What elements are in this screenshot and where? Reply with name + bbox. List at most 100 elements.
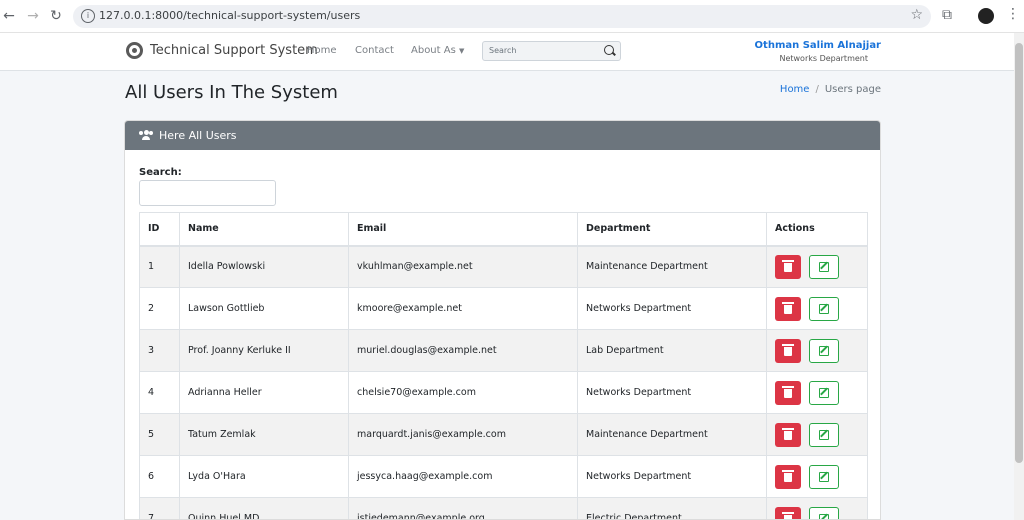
- nav-dropdown-about-label: About As: [411, 45, 456, 56]
- forward-icon[interactable]: →: [24, 7, 42, 25]
- url-text[interactable]: 127.0.0.1:8000/technical-support-system/…: [99, 9, 360, 22]
- extensions-icon[interactable]: ⧉: [942, 7, 952, 23]
- cell-name: Lawson Gottlieb: [179, 287, 349, 330]
- browser-menu-icon[interactable]: ⋮: [1006, 6, 1020, 22]
- trash-icon: [782, 511, 794, 519]
- site-info-icon[interactable]: i: [81, 9, 95, 23]
- address-bar[interactable]: i 127.0.0.1:8000/technical-support-syste…: [73, 5, 931, 28]
- cell-department: Electric Department: [577, 497, 767, 519]
- nav-search-form[interactable]: Search: [482, 41, 621, 61]
- cell-email: vkuhlman@example.net: [348, 245, 578, 288]
- cell-actions: [766, 245, 868, 288]
- edit-icon: [819, 471, 829, 482]
- table-body: 1 Idella Powlowski vkuhlman@example.net Mai…: [139, 245, 868, 519]
- breadcrumb-separator: /: [815, 84, 819, 95]
- column-header-actions: Actions: [766, 212, 868, 247]
- edit-icon: [819, 429, 829, 440]
- cell-department: Maintenance Department: [577, 245, 767, 288]
- delete-user-button[interactable]: [775, 338, 801, 363]
- cell-department: Networks Department: [577, 371, 767, 414]
- cell-id: 3: [139, 329, 180, 372]
- page-scrollbar[interactable]: [1014, 33, 1024, 520]
- cell-name: Quinn Huel MD: [179, 497, 349, 519]
- table-search-label: Search:: [139, 167, 182, 178]
- edit-user-button[interactable]: [809, 464, 839, 489]
- cell-id: 5: [139, 413, 180, 456]
- delete-user-button[interactable]: [775, 296, 801, 321]
- edit-user-button[interactable]: [809, 506, 839, 519]
- breadcrumb-home-link[interactable]: Home: [780, 84, 810, 95]
- table-row: 3 Prof. Joanny Kerluke II muriel.douglas@e…: [139, 329, 868, 372]
- cell-id: 1: [139, 245, 180, 288]
- user-department: Networks Department: [779, 54, 868, 63]
- table-search-input[interactable]: [139, 180, 276, 206]
- users-icon: [139, 130, 153, 140]
- profile-avatar[interactable]: [978, 8, 994, 24]
- cell-email: chelsie70@example.com: [348, 371, 578, 414]
- trash-icon: [782, 301, 794, 314]
- delete-user-button[interactable]: [775, 380, 801, 405]
- edit-user-button[interactable]: [809, 254, 839, 279]
- cell-actions: [766, 329, 868, 372]
- cell-department: Maintenance Department: [577, 413, 767, 456]
- cell-id: 6: [139, 455, 180, 498]
- edit-icon: [819, 303, 829, 314]
- users-card: Here All Users Search: ID Name Email Dep…: [124, 120, 881, 520]
- edit-user-button[interactable]: [809, 380, 839, 405]
- search-icon[interactable]: [604, 45, 614, 55]
- back-icon[interactable]: ←: [0, 7, 18, 25]
- table-row: 5 Tatum Zemlak marquardt.janis@example.com…: [139, 413, 868, 456]
- column-header-name[interactable]: Name: [179, 212, 349, 247]
- card-title: Here All Users: [159, 129, 237, 142]
- edit-icon: [819, 387, 829, 398]
- trash-icon: [782, 385, 794, 398]
- cell-email: marquardt.janis@example.com: [348, 413, 578, 456]
- column-header-id[interactable]: ID: [139, 212, 180, 247]
- brand-logo-icon[interactable]: [126, 42, 143, 59]
- caret-down-icon: ▼: [458, 47, 465, 55]
- edit-user-button[interactable]: [809, 422, 839, 447]
- trash-icon: [782, 259, 794, 272]
- edit-user-button[interactable]: [809, 338, 839, 363]
- reload-icon[interactable]: ↻: [47, 7, 65, 25]
- cell-email: jstiedemann@example.org: [348, 497, 578, 519]
- cell-department: Networks Department: [577, 287, 767, 330]
- cell-actions: [766, 371, 868, 414]
- cell-actions: [766, 455, 868, 498]
- cell-actions: [766, 413, 868, 456]
- bookmark-star-icon[interactable]: ☆: [910, 7, 923, 23]
- cell-name: Adrianna Heller: [179, 371, 349, 414]
- cell-email: jessyca.haag@example.com: [348, 455, 578, 498]
- cell-department: Lab Department: [577, 329, 767, 372]
- cell-email: kmoore@example.net: [348, 287, 578, 330]
- nav-dropdown-about[interactable]: About As ▼: [411, 45, 464, 56]
- table-row: 4 Adrianna Heller chelsie70@example.com Net…: [139, 371, 868, 414]
- table-row: 1 Idella Powlowski vkuhlman@example.net Mai…: [139, 245, 868, 288]
- column-header-department[interactable]: Department: [577, 212, 767, 247]
- cell-name: Prof. Joanny Kerluke II: [179, 329, 349, 372]
- cell-email: muriel.douglas@example.net: [348, 329, 578, 372]
- cell-department: Networks Department: [577, 455, 767, 498]
- nav-link-contact[interactable]: Contact: [355, 45, 394, 56]
- cell-name: Lyda O'Hara: [179, 455, 349, 498]
- cell-id: 7: [139, 497, 180, 519]
- delete-user-button[interactable]: [775, 506, 801, 519]
- edit-user-button[interactable]: [809, 296, 839, 321]
- trash-icon: [782, 427, 794, 440]
- nav-link-home[interactable]: Home: [307, 45, 337, 56]
- column-header-email[interactable]: Email: [348, 212, 578, 247]
- cell-id: 2: [139, 287, 180, 330]
- delete-user-button[interactable]: [775, 464, 801, 489]
- user-name[interactable]: Othman Salim Alnajjar: [755, 40, 881, 51]
- scrollbar-thumb[interactable]: [1015, 43, 1023, 463]
- table-row: 6 Lyda O'Hara jessyca.haag@example.com Netw…: [139, 455, 868, 498]
- brand-name[interactable]: Technical Support System: [150, 43, 318, 58]
- delete-user-button[interactable]: [775, 422, 801, 447]
- nav-search-input[interactable]: Search: [489, 46, 516, 55]
- browser-toolbar: ← → ↻ i 127.0.0.1:8000/technical-support…: [0, 0, 1024, 33]
- cell-actions: [766, 497, 868, 519]
- trash-icon: [782, 343, 794, 356]
- page-title: All Users In The System: [125, 82, 338, 103]
- cell-name: Idella Powlowski: [179, 245, 349, 288]
- delete-user-button[interactable]: [775, 254, 801, 279]
